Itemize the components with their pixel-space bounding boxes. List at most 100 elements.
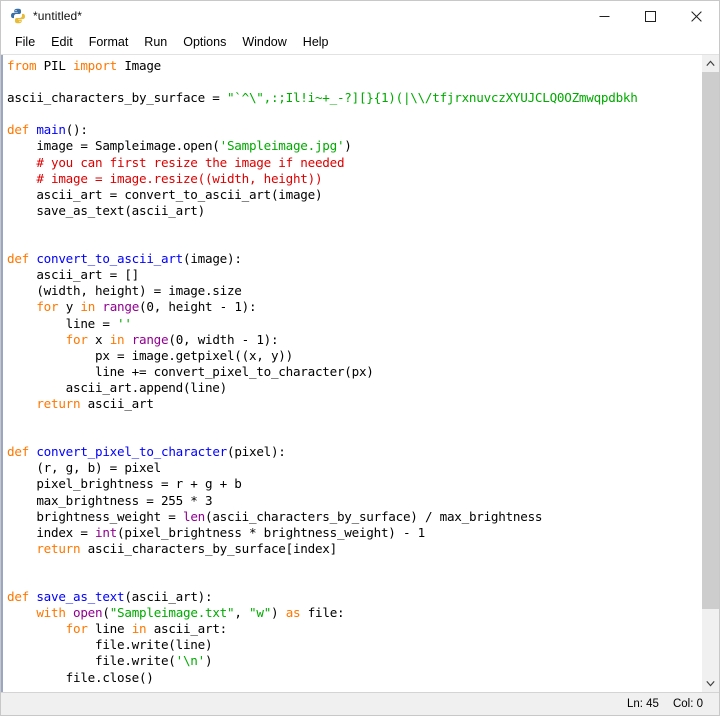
window-title: *untitled* [33,9,83,23]
code-token: line [95,621,132,637]
code-token: (): [65,122,88,138]
code-token: (0, height - 1): [139,299,257,315]
code-token: 'Sampleimage.jpg' [219,138,345,154]
status-column-number: Col: 0 [672,698,703,710]
menu-item-help[interactable]: Help [295,33,337,52]
code-line: for y in range(0, height - 1): [7,299,701,315]
code-line: def main(): [7,122,701,138]
code-token: main [36,122,66,138]
code-line: def convert_pixel_to_character(pixel): [7,444,701,460]
code-token: file: [307,605,345,621]
code-token: for [65,331,96,347]
code-token: open [73,605,103,621]
menu-item-format[interactable]: Format [81,33,137,52]
vertical-scrollbar[interactable] [701,55,719,692]
minimize-button[interactable] [581,1,627,31]
status-bar: Ln: 45 Col: 0 [1,692,719,715]
code-token: ( [102,605,110,621]
title-bar: *untitled* [1,1,719,31]
menu-item-options[interactable]: Options [175,33,234,52]
code-line: brightness_weight = len(ascii_characters… [7,509,701,525]
menu-bar: File Edit Format Run Options Window Help [1,31,719,55]
code-token: def [7,251,37,267]
code-token: line = [7,315,117,331]
scroll-up-button[interactable] [702,55,719,72]
editor-region: from PIL import Image ascii_characters_b… [1,55,719,692]
code-line: line += convert_pixel_to_character(px) [7,364,701,380]
code-token: file.close() [7,669,154,685]
code-token: ) [271,605,286,621]
source-code[interactable]: from PIL import Image ascii_characters_b… [7,58,701,686]
code-token: ascii_characters_by_surface[index] [87,540,338,556]
scroll-down-button[interactable] [702,675,719,692]
code-token: (ascii_characters_by_surface) / max_brig… [204,508,543,524]
code-token: file.write(line) [7,637,213,653]
code-line: ascii_art = convert_to_ascii_art(image) [7,187,701,203]
code-token: ascii_art.append(line) [7,379,228,395]
code-token: ) [344,138,352,154]
chevron-up-icon [706,60,715,66]
code-token: def [7,589,37,605]
minimize-icon [599,15,609,17]
code-token: px = image.getpixel((x, y)) [7,347,293,363]
title-bar-left: *untitled* [1,8,82,24]
code-line: (width, height) = image.size [7,283,701,299]
code-token: int [95,524,117,540]
code-token: ascii_art = convert_to_ascii_art(image) [7,186,323,202]
code-token: '\n' [175,653,206,669]
code-token: convert_pixel_to_character [36,444,227,460]
maximize-button[interactable] [627,1,673,31]
code-token: ) [204,653,213,669]
status-line-number: Ln: 45 [626,698,659,710]
close-icon [690,10,702,22]
code-token: in [109,331,132,347]
code-token: ascii_art = [] [7,267,139,283]
code-line: max_brightness = 255 * 3 [7,493,701,509]
menu-item-file[interactable]: File [7,33,43,52]
menu-item-run[interactable]: Run [136,33,175,52]
code-line: file.write('\n') [7,653,701,669]
close-button[interactable] [673,1,719,31]
code-line: return ascii_art [7,396,701,412]
code-token: for [36,299,66,315]
code-token: # you can first resize the image if need… [7,154,345,170]
menu-item-window[interactable]: Window [234,33,294,52]
code-text-area[interactable]: from PIL import Image ascii_characters_b… [1,55,701,692]
code-line: (r, g, b) = pixel [7,460,701,476]
code-token: import [73,58,125,73]
code-token: ascii_art: [153,621,228,637]
code-token: with [36,605,74,621]
scrollbar-track[interactable] [702,72,719,675]
code-token: pixel_brightness = r + g + b [7,476,242,492]
code-token: file.write( [7,653,176,669]
code-token: (width, height) = image.size [7,283,242,299]
code-line: image = Sampleimage.open('Sampleimage.jp… [7,138,701,154]
code-token: for [65,621,96,637]
code-token: max_brightness = 255 * 3 [7,492,213,508]
code-line: def save_as_text(ascii_art): [7,589,701,605]
code-token: def [7,444,37,460]
code-line: with open("Sampleimage.txt", "w") as fil… [7,605,701,621]
menu-item-edit[interactable]: Edit [43,33,81,52]
code-line: # image = image.resize((width, height)) [7,171,701,187]
code-line: return ascii_characters_by_surface[index… [7,541,701,557]
code-line: for line in ascii_art: [7,621,701,637]
code-line: line = '' [7,316,701,332]
code-token: save_as_text [36,589,125,605]
code-token: as [285,605,308,621]
code-token: range [131,331,169,347]
code-token: x [95,331,110,347]
code-token: brightness_weight = [7,508,183,524]
scrollbar-thumb[interactable] [702,72,719,609]
code-token: (pixel): [226,444,286,460]
